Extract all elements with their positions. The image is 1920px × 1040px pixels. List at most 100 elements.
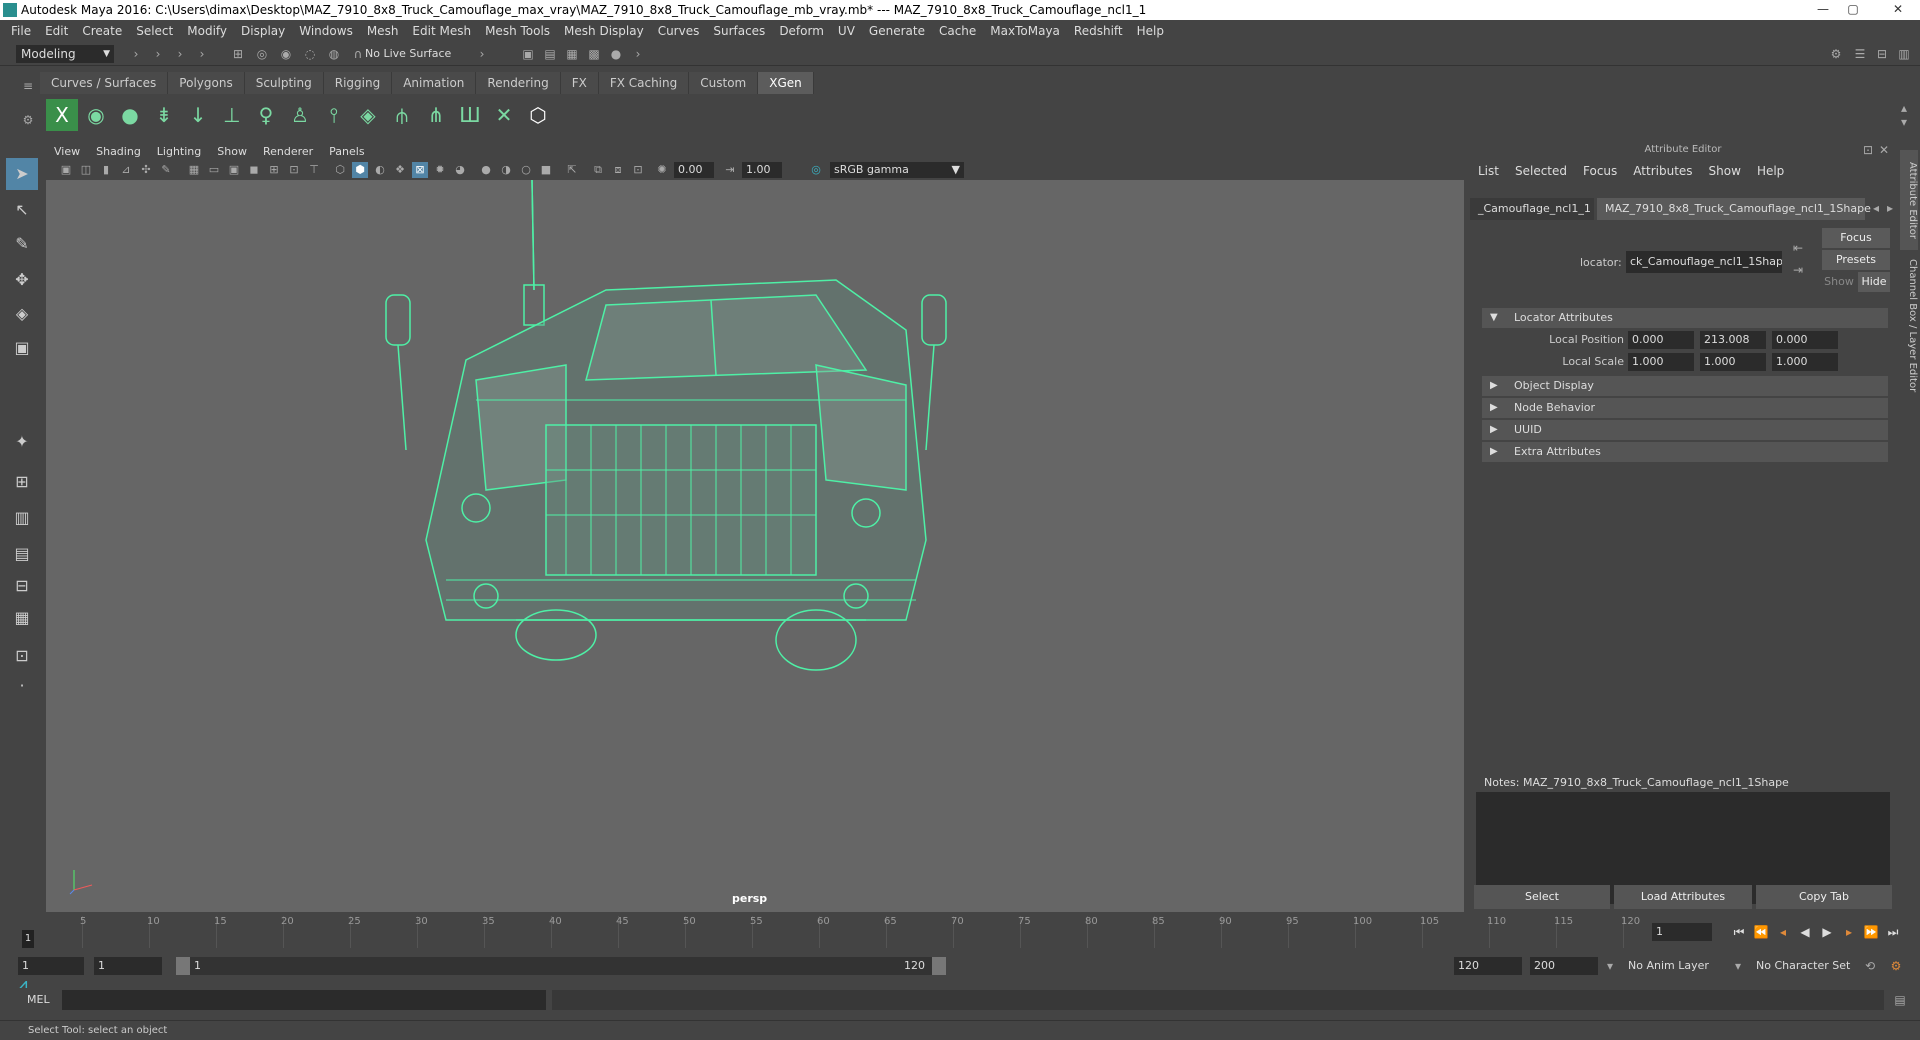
section-uuid[interactable]: ▶ UUID [1482,420,1888,440]
minimize-button[interactable]: — [1810,0,1836,20]
tab-shape-node[interactable]: MAZ_7910_8x8_Truck_Camouflage_ncl1_1Shap… [1597,198,1871,220]
focus-node-icon[interactable]: ⇤ [1790,240,1806,256]
expand-arrow-icon[interactable]: › [630,46,646,62]
screen-space-ao-icon[interactable]: ● [478,162,494,178]
magnet-icon[interactable]: ∩ [350,46,366,62]
playback-end-field[interactable]: 120 [1454,957,1522,975]
shelf-tab-sculpting[interactable]: Sculpting [244,72,324,94]
use-all-lights-icon[interactable]: ✹ [432,162,448,178]
wireframe-icon[interactable]: ⬡ [332,162,348,178]
film-gate-icon[interactable]: ▭ [206,162,222,178]
viewport-menu-view[interactable]: View [54,145,80,158]
snap-curve-icon[interactable]: ◎ [254,46,270,62]
viewport-menu-panels[interactable]: Panels [329,145,364,158]
command-input[interactable] [62,990,546,1010]
camera-icon[interactable]: ▣ [58,162,74,178]
shelf-menu-icon[interactable]: ≡ [20,78,36,94]
show-node-icon[interactable]: ⇥ [1790,262,1806,278]
xgen-place-guide-icon[interactable]: ⊥ [216,99,248,131]
local-position-x-field[interactable]: 0.000 [1628,331,1694,349]
expand-arrow-icon[interactable]: › [474,46,490,62]
grease-pencil-icon[interactable]: ✎ [158,162,174,178]
xgen-cut-icon[interactable]: ⫛ [386,99,418,131]
four-view-layout-icon[interactable]: ▥ [6,502,38,534]
xgen-lock-guide-icon[interactable]: ♙ [284,99,316,131]
lasso-tool-icon[interactable]: ↖ [6,194,38,226]
hide-button[interactable]: Hide [1858,272,1890,292]
shelf-tab-fx-caching[interactable]: FX Caching [598,72,690,94]
shelf-tab-custom[interactable]: Custom [689,72,759,94]
menu-maxtomaya[interactable]: MaxToMaya [990,24,1060,38]
step-back-frame-icon[interactable]: ◂ [1774,923,1792,941]
modeling-toolkit-icon[interactable]: ⚙ [1828,46,1844,62]
menu-display[interactable]: Display [241,24,285,38]
select-tool-icon[interactable]: ➤ [6,158,38,190]
frame-all-icon[interactable]: ⊡ [630,162,646,178]
xray-components-icon[interactable]: ⧈ [610,162,626,178]
perspective-viewport[interactable]: persp [46,180,1464,912]
gamma-icon[interactable]: ⇥ [722,162,738,178]
xray-joints-icon[interactable]: ⧉ [590,162,606,178]
select-button[interactable]: Select [1474,885,1610,909]
playback-range-bar[interactable]: 1 120 [176,957,946,975]
textured-icon[interactable]: ❖ [392,162,408,178]
hypershade-icon[interactable]: ● [608,46,624,62]
time-slider[interactable]: 5 10 15 20 25 30 35 40 45 50 55 60 65 70… [0,916,1920,948]
character-set-select[interactable]: No Character Set [1756,959,1850,972]
shelf-tab-rigging[interactable]: Rigging [323,72,393,94]
shelf-tab-rendering[interactable]: Rendering [476,72,561,94]
close-button[interactable]: ✕ [1880,0,1916,20]
xgen-sculpt-guide-icon[interactable]: ♀ [250,99,282,131]
snap-point-icon[interactable]: ◉ [278,46,294,62]
exposure-icon[interactable]: ✺ [654,162,670,178]
section-extra-attributes[interactable]: ▶ Extra Attributes [1482,442,1888,462]
play-backwards-icon[interactable]: ◀ [1796,923,1814,941]
viewport-menu-renderer[interactable]: Renderer [263,145,313,158]
ae-menu-focus[interactable]: Focus [1583,164,1617,178]
snap-grid-icon[interactable]: ⊞ [230,46,246,62]
section-node-behavior[interactable]: ▶ Node Behavior [1482,398,1888,418]
render-frame-icon[interactable]: ▣ [520,46,536,62]
section-object-display[interactable]: ▶ Object Display [1482,376,1888,396]
go-to-end-icon[interactable]: ⏭ [1884,923,1902,941]
shelf-tab-polygons[interactable]: Polygons [168,72,245,94]
channel-box-icon[interactable]: ▥ [1896,46,1912,62]
chevron-down-icon[interactable]: ▾ [1602,958,1618,974]
side-tab-channel-box[interactable]: Channel Box / Layer Editor [1900,256,1918,396]
xgen-add-guide-icon[interactable]: ↓ [182,99,214,131]
menu-file[interactable]: File [11,24,31,38]
xgen-create-description-icon[interactable]: ● [114,99,146,131]
menu-cache[interactable]: Cache [939,24,976,38]
expand-arrow-icon[interactable]: › [128,46,144,62]
view-transform-select[interactable]: sRGB gamma ▼ [830,162,964,178]
side-tab-attribute-editor[interactable]: Attribute Editor [1900,150,1918,250]
menu-deform[interactable]: Deform [779,24,824,38]
animation-preferences-icon[interactable]: ⚙ [1888,958,1904,974]
camera-attributes-icon[interactable]: ◫ [78,162,94,178]
live-surface-field[interactable]: No Live Surface [365,47,451,60]
smooth-shade-icon[interactable]: ⬢ [352,162,368,178]
menu-modify[interactable]: Modify [187,24,227,38]
persp-graph-layout-icon[interactable]: ⊟ [6,570,38,602]
exposure-field[interactable]: 0.00 [674,162,714,178]
gamma-field[interactable]: 1.00 [742,162,782,178]
menu-surfaces[interactable]: Surfaces [713,24,765,38]
step-forward-key-icon[interactable]: ⏩ [1862,923,1880,941]
script-editor-icon[interactable]: ▤ [1892,992,1908,1008]
show-manipulator-icon[interactable]: ✦ [6,426,38,458]
toolbox-collapse-icon[interactable]: · [6,670,38,702]
viewport-menu-show[interactable]: Show [217,145,247,158]
scroll-down-icon[interactable]: ▾ [1896,114,1912,130]
motion-blur-icon[interactable]: ◑ [498,162,514,178]
xgen-hexagon-icon[interactable]: ⬡ [522,99,554,131]
mel-label[interactable]: MEL [27,993,50,1006]
hypershade-layout-icon[interactable]: ▦ [6,602,38,634]
locator-name-field[interactable]: ck_Camouflage_ncl1_1Shape [1626,251,1782,273]
menu-mesh-tools[interactable]: Mesh Tools [485,24,550,38]
copy-tab-button[interactable]: Copy Tab [1756,885,1892,909]
expand-arrow-icon[interactable]: › [194,46,210,62]
range-end-handle[interactable] [932,957,946,975]
menu-windows[interactable]: Windows [299,24,353,38]
shelf-settings-icon[interactable]: ⚙ [20,112,36,128]
attribute-editor-icon[interactable]: ☰ [1852,46,1868,62]
